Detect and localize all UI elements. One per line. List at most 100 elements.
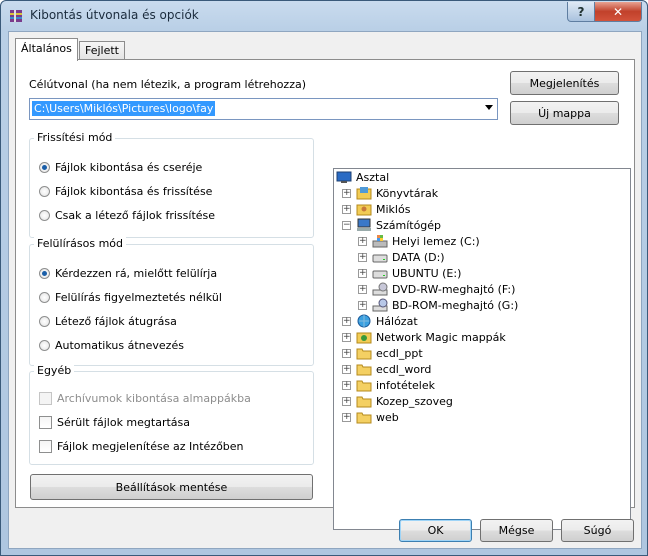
tree-item[interactable]: Hálózat [356, 313, 418, 329]
radio-icon[interactable] [39, 315, 50, 327]
dvd-drive-icon [372, 282, 388, 296]
destination-combobox[interactable]: C:\Users\Miklós\Pictures\logo\fay [29, 98, 498, 120]
tab-panel-general: Célútvonal (ha nem létezik, a program lé… [15, 59, 635, 530]
tree-item-label: UBUNTU (E:) [392, 266, 462, 280]
libraries-icon [356, 187, 372, 200]
overwrite-mode-option-1[interactable]: Kérdezzen rá, mielőtt felülírja [39, 265, 217, 281]
expand-icon[interactable]: + [342, 365, 351, 374]
update-mode-option-1[interactable]: Fájlok kibontása és cseréje [39, 159, 202, 175]
tree-item[interactable]: DATA (D:) [372, 249, 445, 265]
tree-item-label: Hálózat [376, 314, 418, 328]
tree-item-label: BD-ROM-meghajtó (G:) [392, 298, 519, 312]
tree-item-label: Kozep_szoveg [376, 394, 453, 408]
help-button[interactable]: Súgó [561, 519, 634, 542]
radio-icon[interactable] [39, 291, 50, 303]
dialog-window: Kibontás útvonala és opciók ? ✕ Általáno… [0, 0, 648, 556]
show-in-explorer-checkbox[interactable]: Fájlok megjelenítése az Intézőben [39, 438, 244, 454]
radio-icon[interactable] [39, 339, 50, 351]
radio-icon[interactable] [39, 185, 50, 197]
checkbox-icon[interactable] [39, 439, 52, 453]
radio-selected-icon[interactable] [39, 267, 50, 279]
keep-broken-files-checkbox[interactable]: Sérült fájlok megtartása [39, 414, 190, 430]
winrar-icon [10, 10, 22, 22]
tree-item[interactable]: Asztal [336, 169, 389, 185]
tree-item[interactable]: web [356, 409, 399, 425]
expand-icon[interactable]: + [358, 285, 367, 294]
radio-icon[interactable] [39, 209, 50, 221]
expand-icon[interactable]: + [358, 253, 367, 262]
expand-icon[interactable]: + [342, 317, 351, 326]
expand-icon[interactable]: + [342, 413, 351, 422]
folder-icon [356, 348, 372, 360]
destination-value[interactable]: C:\Users\Miklós\Pictures\logo\fay [32, 101, 216, 116]
network-magic-icon [356, 332, 372, 344]
ok-button[interactable]: OK [399, 519, 472, 542]
dialog-client: Általános Fejlett Célútvonal (ha nem lét… [8, 31, 642, 549]
tree-item-label: infotételek [376, 378, 435, 392]
tree-item[interactable]: Miklós [356, 201, 410, 217]
desktop-icon [336, 171, 352, 183]
tree-item[interactable]: infotételek [356, 377, 435, 393]
dropdown-arrow-icon[interactable] [485, 105, 493, 110]
expand-icon[interactable]: + [342, 397, 351, 406]
cancel-button[interactable]: Mégse [480, 519, 553, 542]
update-mode-option-3[interactable]: Csak a létező fájlok frissítése [39, 207, 215, 223]
expand-icon[interactable]: + [342, 333, 351, 342]
tree-item-label: DVD-RW-meghajtó (F:) [392, 282, 516, 296]
title-bar[interactable]: Kibontás útvonala és opciók ? ✕ [1, 1, 647, 31]
drive-icon [372, 270, 388, 279]
misc-title: Egyéb [34, 364, 75, 377]
checkbox-disabled-icon[interactable] [39, 391, 52, 405]
folder-icon [356, 396, 372, 408]
tree-item[interactable]: Könyvtárak [356, 185, 438, 201]
close-button[interactable]: ✕ [594, 2, 642, 22]
tree-item[interactable]: DVD-RW-meghajtó (F:) [372, 281, 515, 297]
tree-item-label: Network Magic mappák [376, 330, 506, 344]
save-settings-button[interactable]: Beállítások mentése [30, 474, 313, 500]
overwrite-mode-option-3[interactable]: Létező fájlok átugrása [39, 313, 177, 329]
expand-icon[interactable]: + [342, 205, 351, 214]
tree-item[interactable]: Számítógép [356, 217, 441, 233]
update-mode-title: Frissítési mód [34, 131, 116, 144]
new-folder-button[interactable]: Új mappa [510, 101, 619, 125]
tree-item-label: Könyvtárak [376, 186, 439, 200]
overwrite-mode-option-2[interactable]: Felülírás figyelmeztetés nélkül [39, 289, 222, 305]
overwrite-mode-title: Felülírásos mód [34, 237, 127, 250]
expand-icon[interactable]: + [342, 189, 351, 198]
expand-icon[interactable]: + [358, 269, 367, 278]
show-button[interactable]: Megjelenítés [510, 71, 619, 95]
tree-item[interactable]: BD-ROM-meghajtó (G:) [372, 297, 518, 313]
user-folder-icon [356, 204, 372, 216]
extract-subfolders-checkbox[interactable]: Archívumok kibontása almappákba [39, 390, 251, 406]
tree-item-label: Számítógép [376, 218, 442, 232]
bd-drive-icon [372, 298, 388, 312]
system-drive-icon [372, 235, 388, 248]
collapse-icon[interactable]: − [342, 221, 351, 230]
folder-icon [356, 380, 372, 392]
misc-group: Egyéb Archívumok kibontása almappákba Sé… [29, 364, 314, 465]
tree-item[interactable]: ecdl_word [356, 361, 431, 377]
update-mode-option-2[interactable]: Fájlok kibontása és frissítése [39, 183, 212, 199]
tree-item-label: ecdl_ppt [376, 346, 423, 360]
tree-item[interactable]: UBUNTU (E:) [372, 265, 461, 281]
expand-icon[interactable]: + [342, 349, 351, 358]
tree-item[interactable]: ecdl_ppt [356, 345, 423, 361]
tree-item[interactable]: Kozep_szoveg [356, 393, 453, 409]
destination-label: Célútvonal (ha nem létezik, a program lé… [29, 78, 306, 91]
tab-general[interactable]: Általános [15, 38, 78, 61]
expand-icon[interactable]: + [358, 237, 367, 246]
folder-tree[interactable]: Asztal + Könyvtárak + Miklós − Számítógép + Hely… [333, 168, 631, 530]
tree-item-label: Miklós [376, 202, 411, 216]
tree-item[interactable]: Network Magic mappák [356, 329, 506, 345]
update-mode-group: Frissítési mód Fájlok kibontása és cseré… [29, 131, 314, 238]
help-title-button[interactable]: ? [567, 2, 595, 22]
tree-item-label: Helyi lemez (C:) [392, 234, 480, 248]
expand-icon[interactable]: + [358, 301, 367, 310]
expand-icon[interactable]: + [342, 381, 351, 390]
tree-item[interactable]: Helyi lemez (C:) [372, 233, 480, 249]
folder-icon [356, 412, 372, 424]
radio-selected-icon[interactable] [39, 161, 50, 173]
checkbox-icon[interactable] [39, 415, 52, 429]
overwrite-mode-option-4[interactable]: Automatikus átnevezés [39, 337, 184, 353]
tab-advanced[interactable]: Fejlett [79, 41, 125, 60]
